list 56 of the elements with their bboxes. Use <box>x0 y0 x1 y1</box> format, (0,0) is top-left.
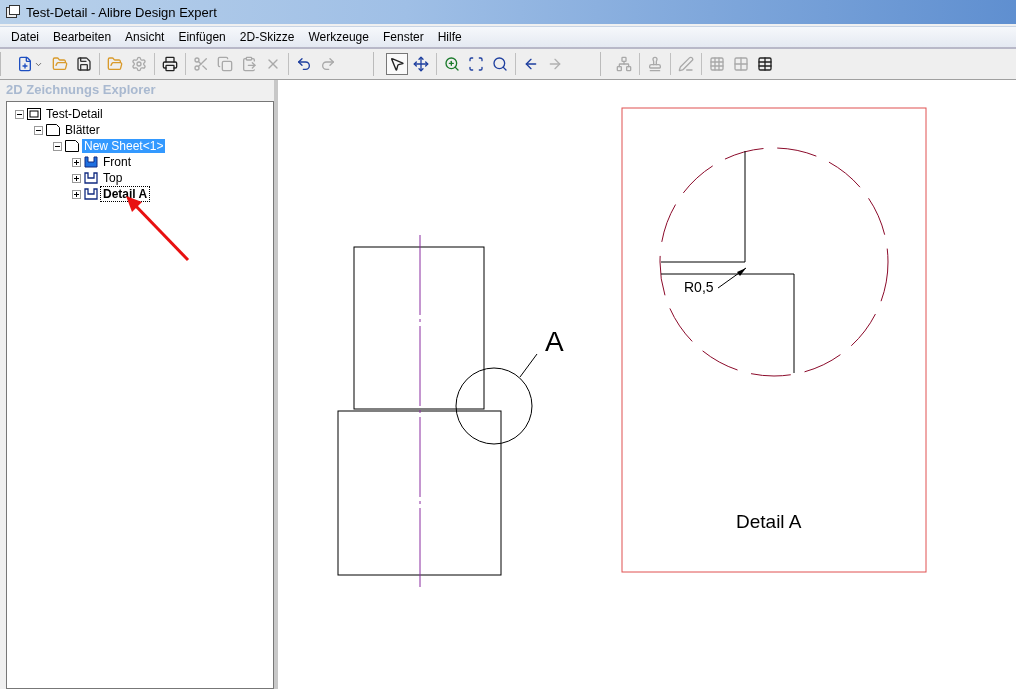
zoom-in-icon <box>444 56 460 72</box>
folder-icon <box>107 56 123 72</box>
menu-item[interactable]: Bearbeiten <box>46 30 119 44</box>
pointer-icon <box>389 56 405 72</box>
scissors-icon <box>193 56 209 72</box>
collapse-icon[interactable] <box>15 109 24 119</box>
network-icon <box>616 56 632 72</box>
gear-icon <box>131 56 147 72</box>
page-icon <box>46 124 60 136</box>
menu-item[interactable]: Datei <box>4 30 46 44</box>
panel-title: 2D Zeichnungs Explorer <box>5 80 157 98</box>
tree-item[interactable]: Top <box>101 171 125 185</box>
drawing-icon <box>27 108 41 120</box>
app-icon <box>6 5 20 19</box>
undo-icon <box>296 56 312 72</box>
magnifier-icon <box>492 56 508 72</box>
view-icon <box>84 172 98 184</box>
pen-icon <box>678 56 694 72</box>
toolbar-button[interactable] <box>386 53 408 75</box>
printer-icon <box>162 56 178 72</box>
copy-icon <box>217 56 233 72</box>
collapse-icon[interactable] <box>53 141 62 151</box>
radius-label: R0,5 <box>684 279 714 295</box>
leader-line <box>519 353 538 378</box>
tree-item[interactable]: Blätter <box>63 123 102 137</box>
radius-leader <box>717 267 747 289</box>
tree-item[interactable]: Detail A <box>101 187 150 201</box>
tree-item[interactable]: Front <box>101 155 133 169</box>
menu-item[interactable]: Werkzeuge <box>301 30 376 44</box>
expand-icon[interactable] <box>72 157 81 167</box>
expand-icon[interactable] <box>72 173 81 183</box>
grid-icon <box>709 56 725 72</box>
menu-item[interactable]: 2D-Skizze <box>232 30 302 44</box>
page-icon <box>65 140 79 152</box>
save-icon <box>76 56 92 72</box>
pan-icon <box>413 56 429 72</box>
view-icon <box>84 188 98 200</box>
collapse-icon[interactable] <box>34 125 43 135</box>
file-plus-icon <box>17 56 33 72</box>
grid-icon <box>733 56 749 72</box>
tree-item[interactable]: Test-Detail <box>44 107 105 121</box>
menu-item[interactable]: Ansicht <box>118 30 172 44</box>
menu-item[interactable]: Hilfe <box>430 30 469 44</box>
table-icon <box>757 56 773 72</box>
window-title: Test-Detail - Alibre Design Expert <box>26 4 217 20</box>
stamp-icon <box>647 56 663 72</box>
detail-title: Detail A <box>736 511 802 532</box>
detail-label: A <box>545 326 564 357</box>
folder-icon <box>52 56 68 72</box>
menu-item[interactable]: Einfügen <box>171 30 233 44</box>
view-icon <box>84 156 98 168</box>
menu-item[interactable]: Fenster <box>375 30 431 44</box>
paste-icon <box>241 56 257 72</box>
zoom-window-icon <box>468 56 484 72</box>
expand-icon[interactable] <box>72 189 81 199</box>
redo-icon <box>320 56 336 72</box>
